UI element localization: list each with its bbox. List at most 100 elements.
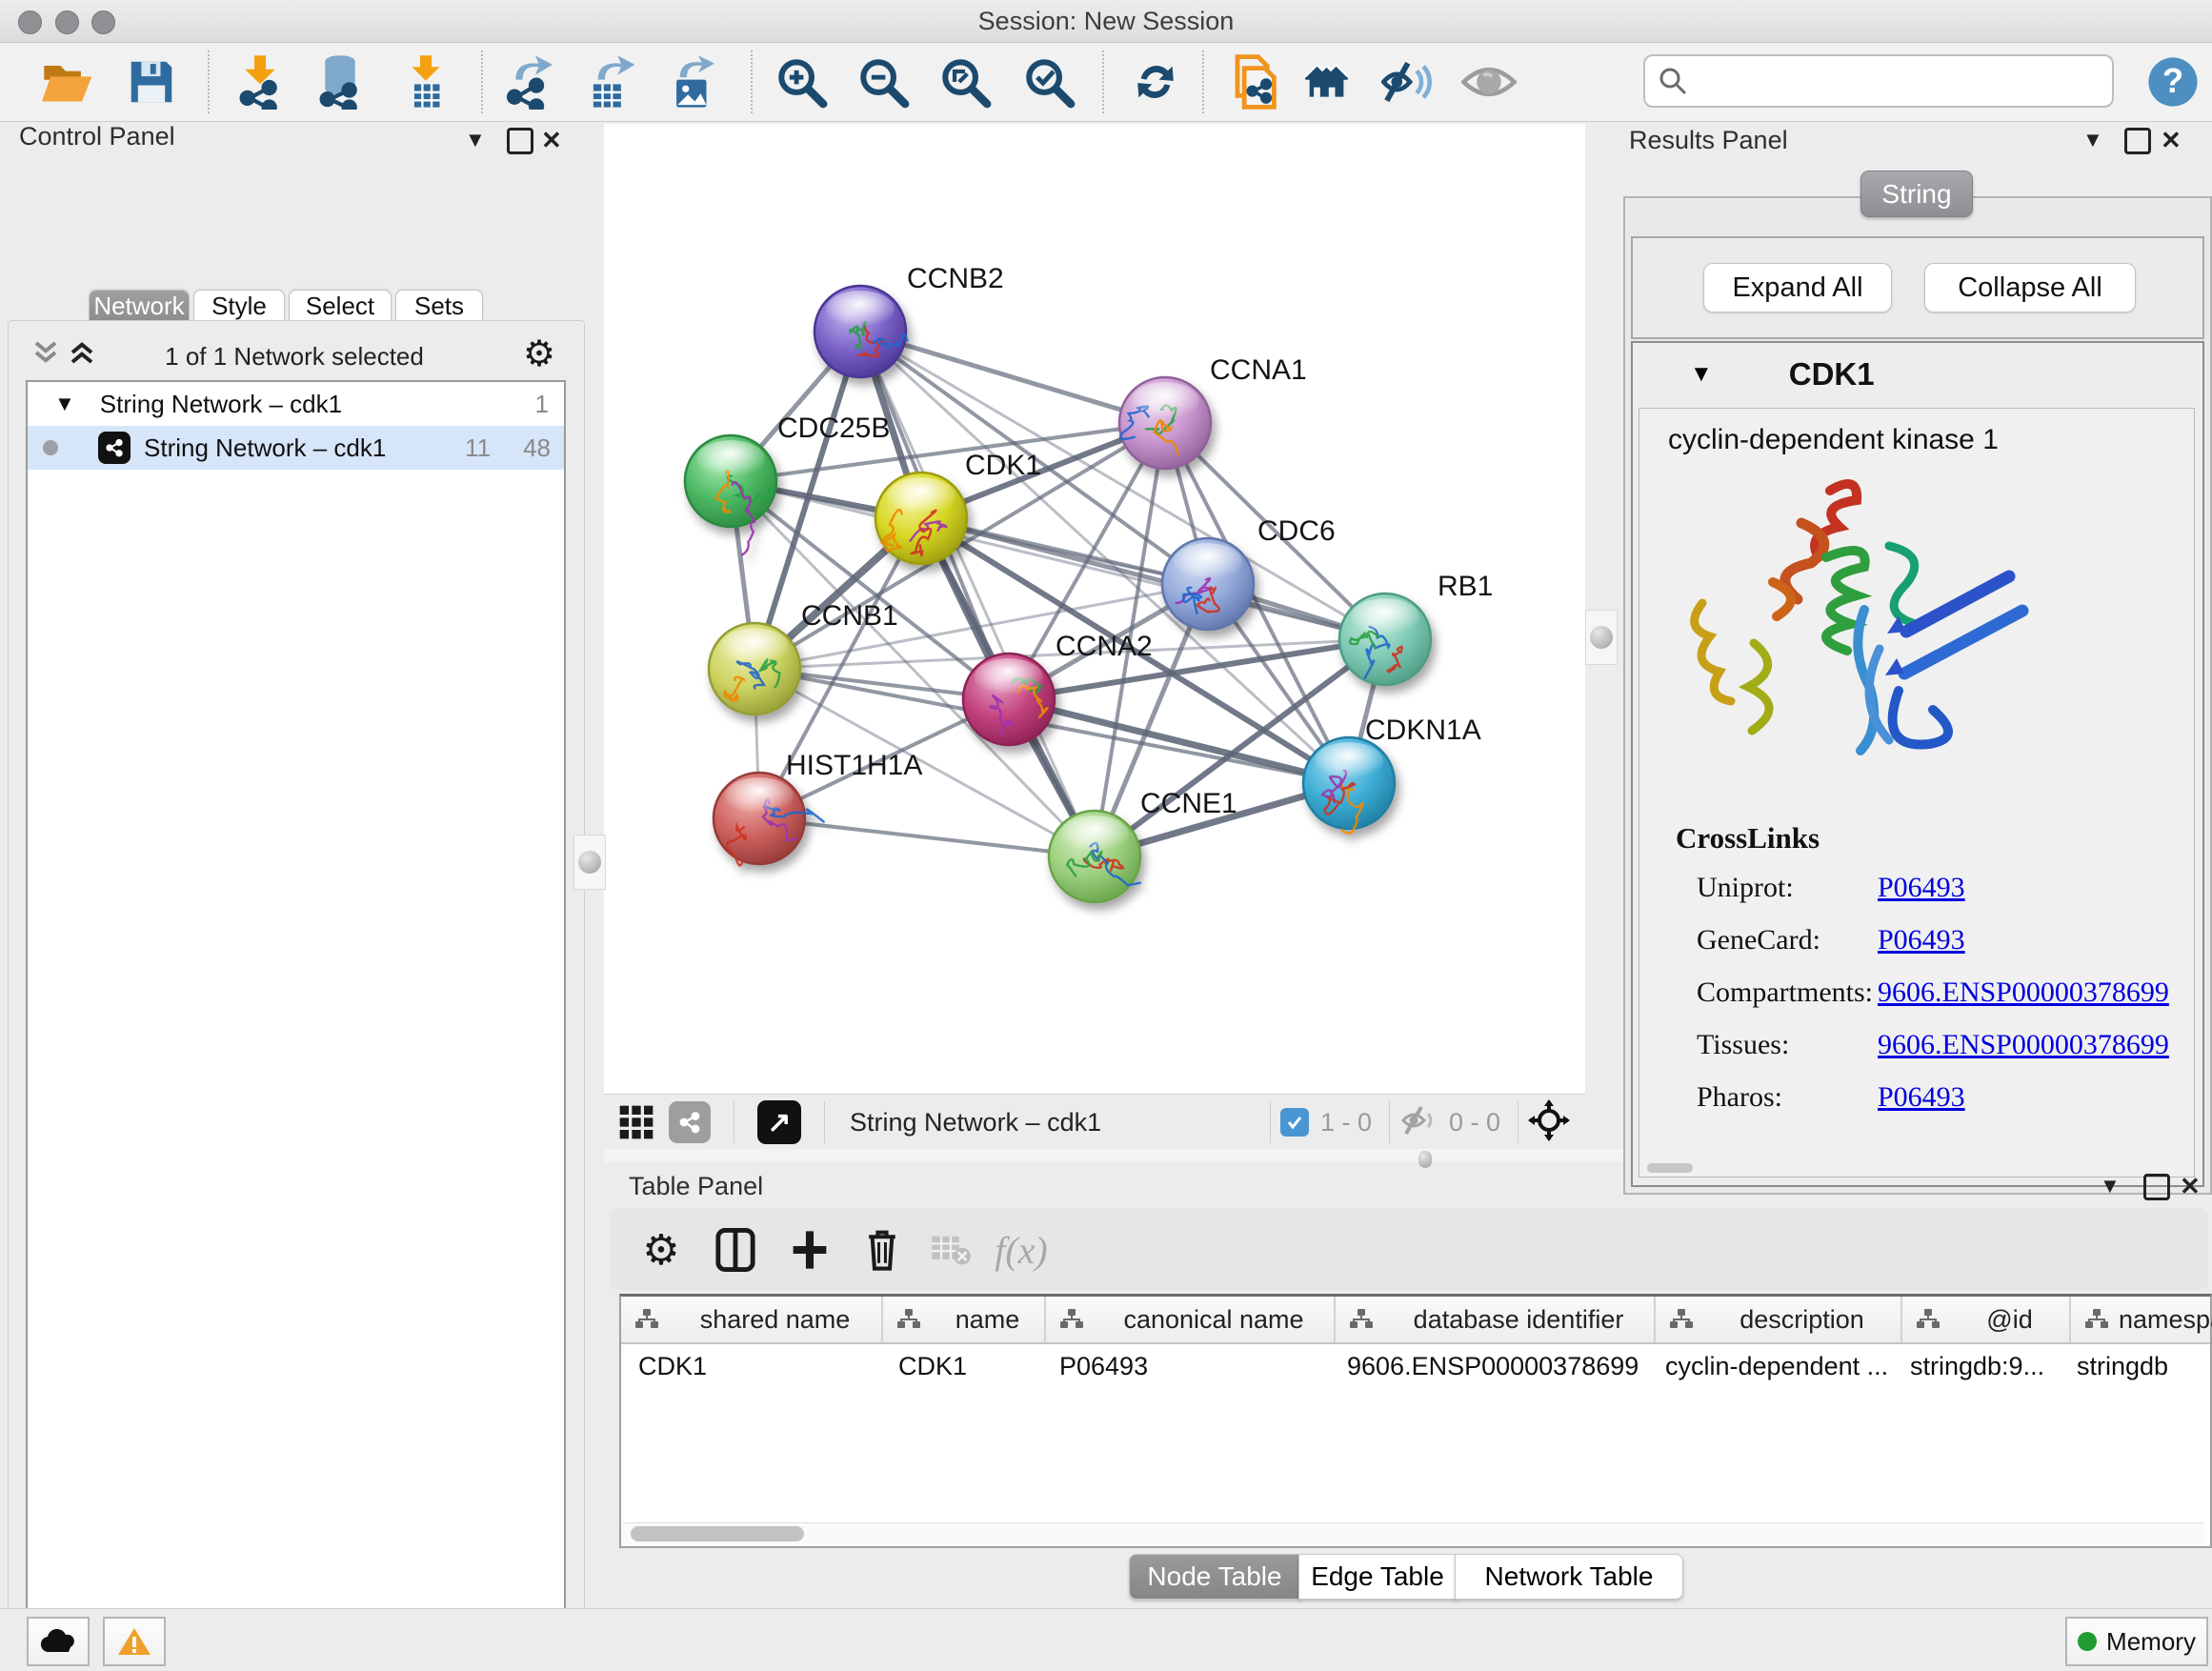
- memory-button[interactable]: Memory: [2065, 1617, 2208, 1666]
- network-node-cdkn1a[interactable]: [1303, 737, 1395, 834]
- results-panel-title: Results Panel: [1629, 126, 1788, 155]
- column-header-shared-name[interactable]: shared name: [621, 1297, 883, 1342]
- window-title: Session: New Session: [0, 7, 2212, 36]
- hide-selected-icon[interactable]: [1381, 54, 1437, 110]
- export-table-icon[interactable]: [583, 54, 638, 110]
- table-panel-float-icon[interactable]: ▼: [2100, 1174, 2121, 1198]
- tab-network-table[interactable]: Network Table: [1455, 1554, 1683, 1600]
- tab-style[interactable]: Style: [193, 290, 285, 321]
- results-panel-maximize-icon[interactable]: [2124, 128, 2151, 154]
- hidden-eye-icon[interactable]: [1399, 1104, 1439, 1141]
- collapse-all-button[interactable]: Collapse All: [1924, 263, 2136, 312]
- left-splitter-handle[interactable]: [573, 835, 606, 890]
- table-row[interactable]: CDK1CDK1P064939606.ENSP00000378699cyclin…: [621, 1344, 2210, 1388]
- show-graphics-details-icon[interactable]: [1461, 54, 1517, 110]
- search-input[interactable]: [1697, 66, 2112, 97]
- add-column-icon[interactable]: [783, 1223, 836, 1277]
- control-panel-float-icon[interactable]: ▼: [465, 128, 486, 152]
- network-edge[interactable]: [860, 332, 1165, 423]
- network-node-ccne1[interactable]: [1049, 811, 1140, 902]
- export-network-icon[interactable]: [503, 54, 558, 110]
- tab-select[interactable]: Select: [289, 290, 392, 321]
- app-statusbar: Memory: [0, 1608, 2212, 1671]
- tab-network[interactable]: Network: [89, 290, 190, 321]
- share-view-icon[interactable]: [669, 1101, 711, 1143]
- network-node-ccna2[interactable]: [963, 654, 1055, 745]
- collection-disclosure-icon[interactable]: ▼: [54, 392, 75, 416]
- column-header-namespac[interactable]: namespac: [2071, 1297, 2212, 1342]
- table-gear-icon[interactable]: ⚙: [634, 1223, 688, 1277]
- table-cell: CDK1: [621, 1352, 881, 1381]
- table-cell: CDK1: [881, 1352, 1042, 1381]
- column-header-database-identifier[interactable]: database identifier: [1336, 1297, 1656, 1342]
- tab-sets[interactable]: Sets: [395, 290, 483, 321]
- cloud-button[interactable]: [27, 1617, 90, 1666]
- network-node-hist1h1a[interactable]: [714, 773, 824, 865]
- table-panel-close-icon[interactable]: ✕: [2180, 1172, 2201, 1201]
- collapse-all-networks-icon[interactable]: [31, 338, 60, 372]
- control-panel-close-icon[interactable]: ✕: [541, 126, 562, 155]
- tab-edge-table[interactable]: Edge Table: [1298, 1554, 1457, 1600]
- node-label-ccnb1: CCNB1: [801, 600, 898, 632]
- toolbar-separator: [1202, 50, 1204, 113]
- zoom-fit-icon[interactable]: [937, 54, 993, 110]
- zoom-out-icon[interactable]: [855, 54, 911, 110]
- network-node-ccnb1[interactable]: [709, 623, 800, 715]
- save-session-icon[interactable]: [124, 54, 179, 110]
- clone-network-icon[interactable]: [1227, 54, 1282, 110]
- network-node-ccna1[interactable]: [1119, 377, 1211, 469]
- right-splitter-handle[interactable]: [1585, 610, 1618, 665]
- control-panel: Control Panel ▼ ✕ Network Style Select S…: [0, 122, 591, 1595]
- warning-button[interactable]: [103, 1617, 166, 1666]
- crosslink-link[interactable]: 9606.ENSP00000378699: [1878, 1029, 2169, 1061]
- crosslink-link[interactable]: 9606.ENSP00000378699: [1878, 976, 2169, 1009]
- selected-checkbox-icon[interactable]: [1280, 1108, 1309, 1137]
- column-header-canonical-name[interactable]: canonical name: [1046, 1297, 1336, 1342]
- export-image-icon[interactable]: [665, 54, 720, 110]
- select-columns-icon[interactable]: [709, 1223, 762, 1277]
- tab-node-table[interactable]: Node Table: [1129, 1554, 1300, 1600]
- memory-status-icon: [2078, 1632, 2097, 1651]
- import-network-database-icon[interactable]: [312, 54, 368, 110]
- center-network-icon[interactable]: [1528, 1099, 1570, 1146]
- grid-view-icon[interactable]: [617, 1095, 655, 1150]
- column-type-icon: [634, 1308, 659, 1331]
- table-hscrollbar[interactable]: [623, 1522, 2204, 1544]
- column-header-description[interactable]: description: [1656, 1297, 1902, 1342]
- string-home-icon[interactable]: [1303, 54, 1358, 110]
- expand-all-button[interactable]: Expand All: [1703, 263, 1892, 312]
- network-row-selected[interactable]: String Network – cdk1 11 48: [28, 426, 564, 470]
- control-panel-maximize-icon[interactable]: [507, 128, 533, 154]
- refresh-network-icon[interactable]: [1128, 54, 1183, 110]
- network-node-cdc6[interactable]: [1162, 538, 1254, 630]
- network-node-cdk1[interactable]: [875, 473, 967, 564]
- zoom-in-icon[interactable]: [774, 54, 829, 110]
- open-session-icon[interactable]: [38, 54, 93, 110]
- help-icon[interactable]: ?: [2145, 54, 2201, 110]
- import-network-file-icon[interactable]: [232, 54, 288, 110]
- results-panel-float-icon[interactable]: ▼: [2082, 128, 2103, 152]
- zoom-selected-icon[interactable]: [1021, 54, 1076, 110]
- expand-all-networks-icon[interactable]: [68, 338, 96, 372]
- results-tab-string[interactable]: String: [1860, 171, 1973, 217]
- results-panel-close-icon[interactable]: ✕: [2161, 126, 2182, 155]
- network-edge[interactable]: [759, 818, 1095, 856]
- network-node-ccnb2[interactable]: [814, 286, 908, 377]
- birdseye-view-icon[interactable]: ↗: [757, 1100, 801, 1144]
- column-header--id[interactable]: @id: [1902, 1297, 2071, 1342]
- expand-collapse-box: Expand All Collapse All: [1631, 236, 2204, 339]
- network-options-gear-icon[interactable]: ⚙: [523, 332, 555, 375]
- network-view[interactable]: CCNB2CCNA1CDC25BCDK1CDC6RB1CCNB1CCNA2CDK…: [604, 124, 1585, 1094]
- network-node-cdc25b[interactable]: [685, 435, 776, 554]
- delete-column-icon[interactable]: [855, 1223, 909, 1277]
- table-panel-maximize-icon[interactable]: [2143, 1174, 2170, 1200]
- column-header-name[interactable]: name: [883, 1297, 1046, 1342]
- crosslink-link[interactable]: P06493: [1878, 872, 1965, 904]
- crosslink-link[interactable]: P06493: [1878, 924, 1965, 956]
- crosslink-link[interactable]: P06493: [1878, 1081, 1965, 1114]
- crosslink-row: Compartments:9606.ENSP00000378699: [1697, 966, 2194, 1018]
- gene-disclosure-icon[interactable]: ▼: [1690, 361, 1713, 388]
- network-node-rb1[interactable]: [1339, 594, 1431, 685]
- import-table-file-icon[interactable]: [398, 54, 453, 110]
- network-collection-row[interactable]: ▼ String Network – cdk1 1: [28, 382, 564, 426]
